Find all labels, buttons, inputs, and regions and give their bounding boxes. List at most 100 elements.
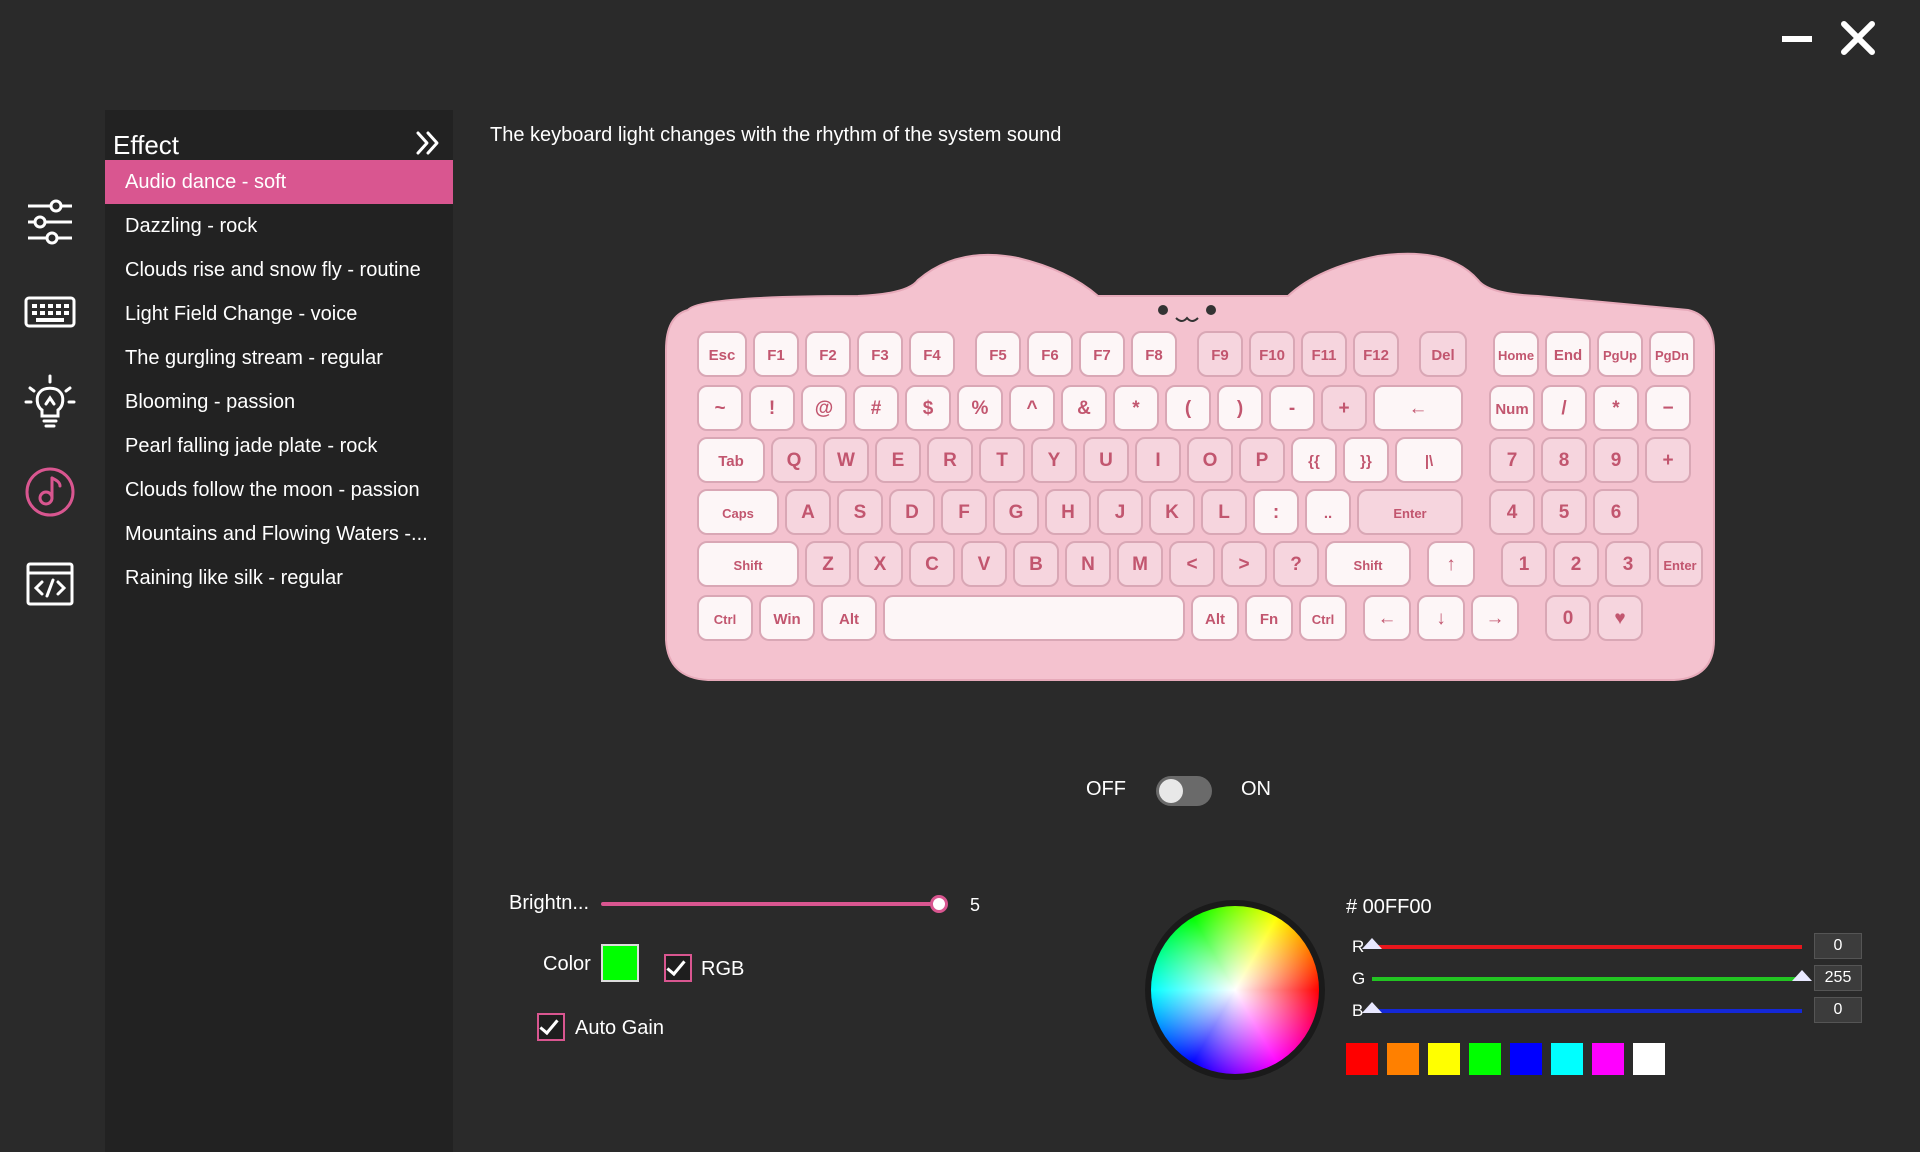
key-label-81: Shift xyxy=(1354,558,1384,573)
effect-item-clouds-moon[interactable]: Clouds follow the moon - passion xyxy=(105,468,453,512)
lightbulb-icon[interactable] xyxy=(22,374,78,430)
preset-color-5[interactable] xyxy=(1551,1043,1583,1075)
key-label-42: Y xyxy=(1048,450,1061,471)
key-label-69: 6 xyxy=(1611,502,1622,523)
main-panel: The keyboard light changes with the rhyt… xyxy=(453,110,1920,1152)
key-label-8: F8 xyxy=(1145,347,1163,364)
key-label-41: T xyxy=(996,450,1008,471)
key-label-86: Enter xyxy=(1663,558,1696,573)
effect-item-light-field[interactable]: Light Field Change - voice xyxy=(105,292,453,336)
key-label-10: F10 xyxy=(1259,347,1285,364)
preset-color-7[interactable] xyxy=(1633,1043,1665,1075)
key-label-96: → xyxy=(1486,608,1505,629)
g-value-input[interactable]: 255 xyxy=(1814,965,1862,991)
r-value-input[interactable]: 0 xyxy=(1814,933,1862,959)
brightness-slider[interactable] xyxy=(601,895,948,913)
key-label-65: .. xyxy=(1324,505,1332,522)
preset-color-6[interactable] xyxy=(1592,1043,1624,1075)
key-label-14: Home xyxy=(1498,348,1534,363)
key-label-79: > xyxy=(1238,554,1249,575)
rgb-checkbox[interactable] xyxy=(664,954,692,982)
key-label-84: 2 xyxy=(1571,554,1582,575)
effect-item-dazzling[interactable]: Dazzling - rock xyxy=(105,204,453,248)
music-note-icon[interactable] xyxy=(22,464,78,520)
key-label-93: Ctrl xyxy=(1312,612,1334,627)
b-thumb[interactable] xyxy=(1362,1002,1382,1013)
color-wheel[interactable] xyxy=(1151,906,1319,1074)
key-label-35: − xyxy=(1662,398,1673,419)
g-thumb[interactable] xyxy=(1792,970,1812,981)
key-label-58: F xyxy=(958,502,970,523)
key-label-27: ( xyxy=(1185,398,1192,419)
key-label-94: ← xyxy=(1378,608,1397,629)
key-label-30: + xyxy=(1338,398,1349,419)
key-label-73: C xyxy=(925,554,939,575)
key-label-47: {{ xyxy=(1308,453,1320,470)
key-label-40: R xyxy=(943,450,957,471)
key-label-97: 0 xyxy=(1563,608,1574,629)
close-icon[interactable] xyxy=(1838,18,1878,58)
effect-item-audio-dance[interactable]: Audio dance - soft xyxy=(105,160,453,204)
key-label-6: F6 xyxy=(1041,347,1059,364)
key-label-85: 3 xyxy=(1623,554,1634,575)
key-label-74: V xyxy=(978,554,991,575)
effect-description: The keyboard light changes with the rhyt… xyxy=(490,124,1062,146)
r-slider[interactable] xyxy=(1362,938,1802,949)
b-value-input[interactable]: 0 xyxy=(1814,997,1862,1023)
key-label-37: Q xyxy=(787,450,802,471)
key-label-92: Fn xyxy=(1260,611,1278,628)
key-label-20: @ xyxy=(815,398,834,419)
toggle-on-label: ON xyxy=(1241,778,1271,800)
color-label: Color xyxy=(543,953,591,975)
key-label-28: ) xyxy=(1237,398,1243,419)
key-label-21: # xyxy=(871,398,882,419)
effect-item-mountains[interactable]: Mountains and Flowing Waters -... xyxy=(105,512,453,556)
current-color-swatch[interactable] xyxy=(601,944,639,982)
effect-item-blooming[interactable]: Blooming - passion xyxy=(105,380,453,424)
key-label-24: ^ xyxy=(1026,398,1037,419)
key-label-33: / xyxy=(1561,398,1567,419)
sliders-icon[interactable] xyxy=(22,194,78,250)
key-label-89: Alt xyxy=(839,611,859,628)
key-label-71: Z xyxy=(822,554,834,575)
key-label-50: 7 xyxy=(1507,450,1518,471)
nav-bar xyxy=(0,110,100,1152)
g-slider-row: G 255 xyxy=(1346,965,1866,991)
b-slider[interactable] xyxy=(1362,1002,1802,1013)
power-toggle[interactable] xyxy=(1156,776,1212,806)
effect-item-pearl-falling[interactable]: Pearl falling jade plate - rock xyxy=(105,424,453,468)
key-label-62: K xyxy=(1165,502,1179,523)
preset-color-1[interactable] xyxy=(1387,1043,1419,1075)
key-label-32: Num xyxy=(1495,401,1528,418)
minimize-icon[interactable] xyxy=(1782,36,1812,42)
double-chevron-right-icon[interactable] xyxy=(413,128,443,158)
key-label-29: - xyxy=(1289,398,1295,419)
effect-item-gurgling-stream[interactable]: The gurgling stream - regular xyxy=(105,336,453,380)
key-label-16: PgUp xyxy=(1603,348,1637,363)
effect-title: Effect xyxy=(113,130,180,160)
key-label-36: Tab xyxy=(718,453,744,470)
preset-color-0[interactable] xyxy=(1346,1043,1378,1075)
key-label-52: 9 xyxy=(1611,450,1622,471)
check-icon xyxy=(539,1014,559,1036)
brightness-thumb[interactable] xyxy=(930,895,948,913)
key-label-95: ↓ xyxy=(1436,608,1446,629)
effect-item-clouds-rise[interactable]: Clouds rise and snow fly - routine xyxy=(105,248,453,292)
preset-color-2[interactable] xyxy=(1428,1043,1460,1075)
auto-gain-checkbox[interactable] xyxy=(537,1013,565,1041)
key-label-70: Shift xyxy=(734,558,764,573)
effect-item-raining[interactable]: Raining like silk - regular xyxy=(105,556,453,600)
keyboard-icon[interactable] xyxy=(22,284,78,340)
brightness-label: Brightn... xyxy=(509,892,590,914)
key-label-77: M xyxy=(1132,554,1148,575)
key-label-45: O xyxy=(1203,450,1218,471)
key-label-68: 5 xyxy=(1559,502,1570,523)
preset-color-3[interactable] xyxy=(1469,1043,1501,1075)
preset-color-4[interactable] xyxy=(1510,1043,1542,1075)
code-window-icon[interactable] xyxy=(22,556,78,612)
g-slider[interactable] xyxy=(1372,970,1812,981)
check-icon xyxy=(666,955,686,977)
r-thumb[interactable] xyxy=(1362,938,1382,949)
key-label-66: Enter xyxy=(1393,506,1426,521)
rgb-label: RGB xyxy=(701,958,745,980)
